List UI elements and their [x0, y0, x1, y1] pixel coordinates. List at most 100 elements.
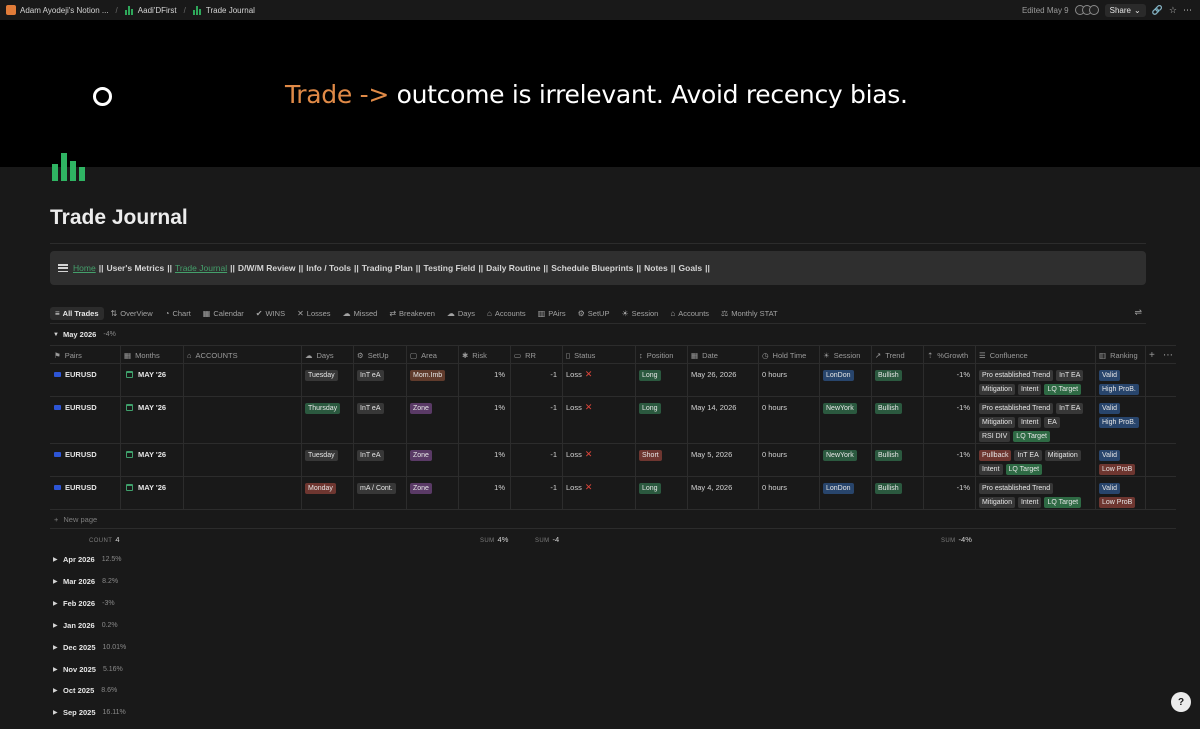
cell-position[interactable]: Long [635, 364, 687, 396]
cell-date[interactable]: May 4, 2026 [687, 477, 758, 509]
cell-setup[interactable]: InT eA [353, 397, 406, 443]
cell-day[interactable]: Thursday [301, 397, 353, 443]
column-header-position[interactable]: ↕ Position [635, 346, 687, 364]
cell-area[interactable]: Mom.Imb [406, 364, 458, 396]
cell-growth[interactable]: -1% [923, 397, 975, 443]
table-row[interactable]: EURUSD MAY '26 Tuesday InT eA Mom.Imb 1% -1 Los… [50, 364, 1176, 397]
cell-risk[interactable]: 1% [458, 477, 510, 509]
column-header-status[interactable]: ▯ Status [562, 346, 635, 364]
tab-view-7[interactable]: ⇄ Breakeven [384, 307, 440, 320]
cell-risk[interactable]: 1% [458, 397, 510, 443]
star-icon[interactable]: ☆ [1169, 5, 1177, 16]
breadcrumb-current[interactable]: Trade Journal [206, 6, 255, 15]
cell-setup[interactable]: mA / Cont. [353, 477, 406, 509]
breadcrumb-workspace[interactable]: Adam Ayodeji's Notion ... [20, 6, 109, 15]
caret-right-icon[interactable]: ▶ [53, 644, 59, 651]
share-button[interactable]: Share ⌄ [1104, 3, 1146, 17]
cell-risk[interactable]: 1% [458, 444, 510, 476]
caret-right-icon[interactable]: ▶ [53, 578, 59, 585]
cell-date[interactable]: May 26, 2026 [687, 364, 758, 396]
new-page-button[interactable]: + New page [50, 510, 1176, 529]
table-row[interactable]: EURUSD MAY '26 Tuesday InT eA Zone 1% -1 Loss ✕ S… [50, 444, 1176, 477]
column-header-area[interactable]: ▢ Area [406, 346, 458, 364]
group-header-current[interactable]: ▼ May 2026 -4% [53, 330, 116, 339]
cell-session[interactable]: NewYork [819, 397, 871, 443]
add-column-icon[interactable]: + [1149, 346, 1155, 364]
cell-day[interactable]: Tuesday [301, 444, 353, 476]
cell-trend[interactable]: Bullish [871, 477, 923, 509]
cell-rr[interactable]: -1 [510, 444, 562, 476]
tab-view-13[interactable]: ⌂ Accounts [665, 307, 714, 320]
cell-position[interactable]: Long [635, 397, 687, 443]
more-icon[interactable]: ⋯ [1163, 346, 1173, 364]
caret-right-icon[interactable]: ▶ [53, 622, 59, 629]
tab-view-8[interactable]: ☁ Days [442, 307, 480, 320]
tab-view-9[interactable]: ⌂ Accounts [482, 307, 531, 320]
tab-view-5[interactable]: ✕ Losses [292, 307, 335, 320]
cell-pair[interactable]: EURUSD [50, 397, 120, 443]
cell-pair[interactable]: EURUSD [50, 477, 120, 509]
cell-area[interactable]: Zone [406, 397, 458, 443]
cell-trend[interactable]: Bullish [871, 364, 923, 396]
cell-ranking[interactable]: Valid Low ProB [1095, 477, 1145, 509]
more-icon[interactable]: ⋯ [1183, 5, 1192, 16]
group-header-collapsed[interactable]: ▶ Sep 2025 16.11% [53, 708, 126, 717]
cell-account[interactable] [183, 444, 301, 476]
group-header-collapsed[interactable]: ▶ Oct 2025 8.6% [53, 686, 117, 695]
cell-month[interactable]: MAY '26 [120, 397, 183, 443]
tab-view-2[interactable]: ◔ Chart [160, 307, 196, 320]
cell-day[interactable]: Tuesday [301, 364, 353, 396]
tab-view-14[interactable]: ⚖ Monthly STAT [716, 307, 783, 320]
column-header-date[interactable]: ▦ Date [687, 346, 758, 364]
column-header-growth[interactable]: ⇡ %Growth [923, 346, 975, 364]
cell-setup[interactable]: InT eA [353, 364, 406, 396]
cell-confluence[interactable]: Pro established Trend InT EA Mitigation Int… [975, 364, 1095, 396]
link-icon[interactable]: 🔗 [1152, 5, 1163, 16]
cell-pair[interactable]: EURUSD [50, 364, 120, 396]
tab-view-1[interactable]: ⇅ OverView [106, 307, 158, 320]
cell-status[interactable]: Loss ✕ [562, 444, 635, 476]
cell-month[interactable]: MAY '26 [120, 477, 183, 509]
help-button[interactable]: ? [1171, 692, 1191, 712]
cell-setup[interactable]: InT eA [353, 444, 406, 476]
cell-confluence[interactable]: Pullback InT EA Mitigation Intent LQ Target [975, 444, 1095, 476]
cell-month[interactable]: MAY '26 [120, 444, 183, 476]
caret-right-icon[interactable]: ▶ [53, 687, 59, 694]
cell-growth[interactable]: -1% [923, 477, 975, 509]
cell-confluence[interactable]: Pro established Trend Mitigation Intent LQ … [975, 477, 1095, 509]
cell-growth[interactable]: -1% [923, 364, 975, 396]
tab-view-3[interactable]: ▦ Calendar [198, 307, 249, 320]
cell-rr[interactable]: -1 [510, 364, 562, 396]
cell-pair[interactable]: EURUSD [50, 444, 120, 476]
bar-chart-icon[interactable] [52, 151, 88, 181]
group-header-collapsed[interactable]: ▶ Mar 2026 8.2% [53, 577, 118, 586]
nav-link-trade-journal[interactable]: Trade Journal [175, 263, 227, 273]
calc-rr-sum[interactable]: SUM -4 [535, 535, 559, 544]
cell-trend[interactable]: Bullish [871, 444, 923, 476]
caret-right-icon[interactable]: ▶ [53, 709, 59, 716]
column-header-rr[interactable]: ▭ RR [510, 346, 562, 364]
cell-hold[interactable]: 0 hours [758, 477, 819, 509]
group-header-collapsed[interactable]: ▶ Apr 2026 12.5% [53, 555, 122, 564]
caret-right-icon[interactable]: ▶ [53, 556, 59, 563]
group-header-collapsed[interactable]: ▶ Jan 2026 0.2% [53, 621, 118, 630]
cell-rr[interactable]: -1 [510, 477, 562, 509]
cell-ranking[interactable]: Valid Low ProB [1095, 444, 1145, 476]
cell-account[interactable] [183, 477, 301, 509]
cell-position[interactable]: Short [635, 444, 687, 476]
caret-right-icon[interactable]: ▶ [53, 600, 59, 607]
tab-view-10[interactable]: ▥ PAirs [533, 307, 571, 320]
cell-status[interactable]: Loss ✕ [562, 397, 635, 443]
cell-ranking[interactable]: Valid High ProB. [1095, 397, 1145, 443]
column-header-pair[interactable]: ⚑ Pairs [50, 346, 120, 364]
group-header-collapsed[interactable]: ▶ Nov 2025 5.16% [53, 665, 123, 674]
cell-day[interactable]: Monday [301, 477, 353, 509]
column-header-account[interactable]: ⌂ ACCOUNTS [183, 346, 301, 364]
group-header-collapsed[interactable]: ▶ Feb 2026 -3% [53, 599, 115, 608]
cell-month[interactable]: MAY '26 [120, 364, 183, 396]
cell-rr[interactable]: -1 [510, 397, 562, 443]
nav-link-home[interactable]: Home [73, 263, 96, 273]
cell-hold[interactable]: 0 hours [758, 444, 819, 476]
column-header-session[interactable]: ☀ Session [819, 346, 871, 364]
avatar-group[interactable] [1074, 5, 1099, 15]
